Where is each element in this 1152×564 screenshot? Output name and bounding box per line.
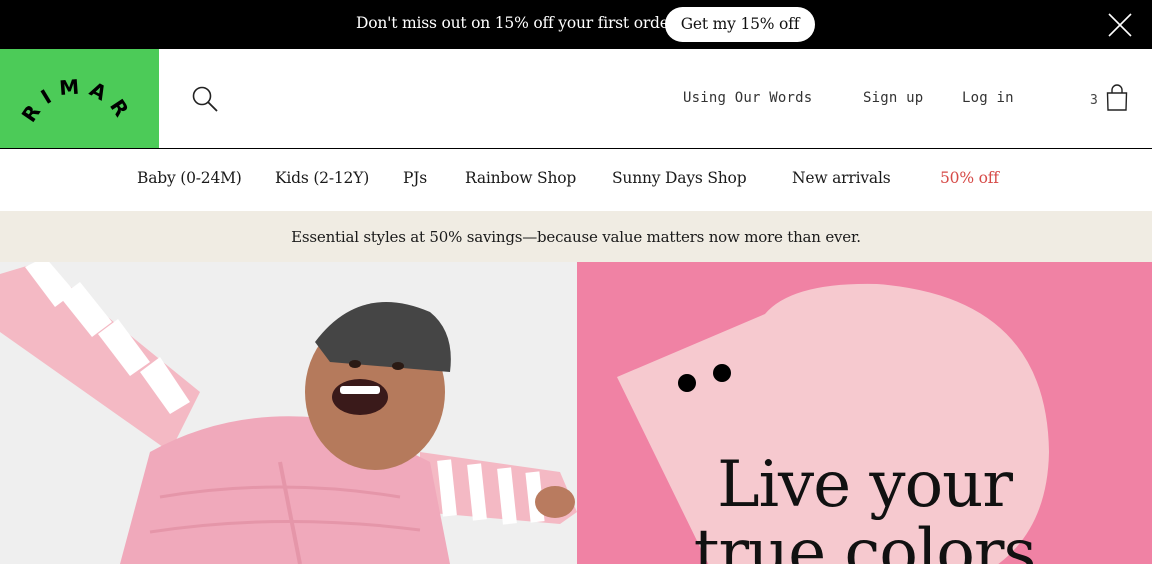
nav-item-baby[interactable]: Baby (0-24M) xyxy=(137,169,242,187)
promo-cta-button[interactable]: Get my 15% off xyxy=(665,7,815,42)
nav-item-pjs[interactable]: PJs xyxy=(403,169,427,187)
hero-title-line-2: true colors xyxy=(693,516,1037,564)
hero-graphic[interactable]: Live your true colors xyxy=(577,262,1152,564)
notice-banner: Essential styles at 50% savings—because … xyxy=(0,211,1152,262)
nav-item-new-arrivals[interactable]: New arrivals xyxy=(792,169,891,187)
nav-item-rainbow-shop[interactable]: Rainbow Shop xyxy=(465,169,576,187)
nav-item-sunny-days-shop[interactable]: Sunny Days Shop xyxy=(612,169,747,187)
promo-message: Don't miss out on 15% off your first ord… xyxy=(356,14,682,32)
notice-text: Essential styles at 50% savings—because … xyxy=(291,228,861,246)
search-icon[interactable] xyxy=(191,85,219,113)
logo-wordmark: PRIMARY xyxy=(0,30,137,127)
svg-text:PRIMARY: PRIMARY xyxy=(0,49,137,127)
shopping-bag-icon[interactable] xyxy=(1105,84,1129,112)
log-in-link[interactable]: Log in xyxy=(962,90,1014,106)
promo-bar: Don't miss out on 15% off your first ord… xyxy=(0,0,1152,49)
category-nav: Baby (0-24M) Kids (2-12Y) PJs Rainbow Sh… xyxy=(0,149,1152,211)
close-icon[interactable] xyxy=(1107,12,1133,38)
cart-count: 3 xyxy=(1090,93,1098,108)
nav-item-kids[interactable]: Kids (2-12Y) xyxy=(275,169,369,187)
hero-photo[interactable] xyxy=(0,262,577,564)
hero-title-line-1: Live your xyxy=(717,448,1013,522)
child-photo-illustration xyxy=(0,262,577,564)
nav-item-sale[interactable]: 50% off xyxy=(940,169,999,187)
logo-text: PRIMARY xyxy=(0,30,129,127)
sign-up-link[interactable]: Sign up xyxy=(863,90,923,106)
using-our-words-link[interactable]: Using Our Words xyxy=(683,90,812,106)
logo[interactable]: PRIMARY xyxy=(0,30,159,148)
